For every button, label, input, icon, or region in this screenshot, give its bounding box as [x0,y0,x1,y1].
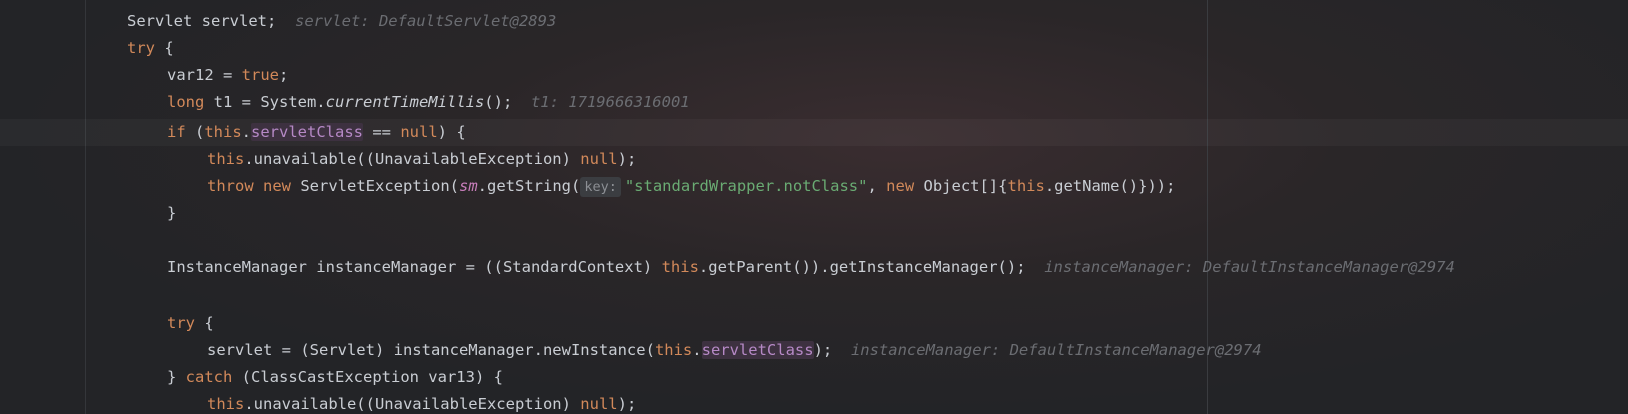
keyword: this [654,341,693,359]
code-line-13[interactable]: this.unavailable((UnavailableException) … [207,391,636,414]
code-text: . [241,123,252,141]
code-text: .getParent()).getInstanceManager(); [698,258,1026,276]
code-text: ) { [437,123,466,141]
code-text: ); [617,150,637,168]
debug-value-hint: instanceManager: DefaultInstanceManager@… [1044,258,1455,276]
field-reference: servletClass [701,341,814,359]
code-text: ); [813,341,833,359]
code-text: var12 = [167,66,242,84]
code-text: servlet = (Servlet) instanceManager.newI… [207,341,655,359]
static-field: sm [459,177,478,195]
keyword: new [886,177,915,195]
indent-guide [85,0,86,414]
keyword: this [207,395,245,413]
keyword: this [1007,177,1045,195]
keyword: this [204,123,242,141]
code-line-3[interactable]: var12 = true; [167,62,288,89]
keyword: long [167,93,205,111]
code-text: } [167,368,186,386]
keyword: new [263,177,292,195]
code-line-9[interactable]: InstanceManager instanceManager = ((Stan… [167,254,1455,281]
code-text: ( [185,123,205,141]
code-text: .getString( [477,177,581,195]
debug-value-hint: t1: 1719666316001 [530,93,690,111]
code-text: (ClassCastException var13) { [232,368,503,386]
code-line-6[interactable]: this.unavailable((UnavailableException) … [207,146,636,173]
keyword: try [127,39,155,57]
keyword: throw [207,177,254,195]
debug-value-hint: instanceManager: DefaultInstanceManager@… [850,341,1262,359]
code-text: } [167,204,177,222]
string-literal: "standardWrapper.notClass" [624,177,868,195]
keyword: try [167,314,195,332]
code-text: ; [278,66,289,84]
code-line-10[interactable]: try { [167,310,214,337]
keyword: catch [185,368,233,386]
static-method: currentTimeMillis [325,93,485,111]
code-line-11[interactable]: servlet = (Servlet) instanceManager.newI… [207,337,1262,364]
keyword: if [167,123,186,141]
code-text: == [363,123,401,141]
keyword: null [580,395,618,413]
keyword: null [400,123,438,141]
code-line-12[interactable]: } catch (ClassCastException var13) { [167,364,503,391]
field-reference: servletClass [251,123,363,141]
code-text: ServletException( [291,177,459,195]
code-line-7[interactable]: throw new ServletException(sm.getString(… [207,173,1175,200]
code-editor[interactable]: Servlet servlet; servlet: DefaultServlet… [0,0,1628,414]
code-text: InstanceManager instanceManager = ((Stan… [167,258,662,276]
code-line-1[interactable]: Servlet servlet; servlet: DefaultServlet… [127,8,556,35]
code-text: { [155,39,174,57]
debug-value-hint: servlet: DefaultServlet@2893 [294,12,557,30]
keyword: true [241,66,279,84]
code-text: Object[]{ [914,177,1008,195]
keyword: this [207,150,245,168]
code-text: , [867,177,887,195]
code-text: { [195,314,214,332]
keyword: this [661,258,699,276]
code-line-4[interactable]: long t1 = System.currentTimeMillis(); t1… [167,89,690,116]
code-line-2[interactable]: try { [127,35,174,62]
code-text: . [692,341,702,359]
code-line-5[interactable]: if (this.servletClass == null) { [167,119,466,146]
code-text: ); [617,395,637,413]
code-line-8[interactable]: } [167,200,176,227]
keyword: null [580,150,618,168]
parameter-hint: key: [580,177,621,197]
code-text: .unavailable((UnavailableException) [244,150,581,168]
code-text: Servlet servlet; [127,12,277,30]
code-text: .getName()})); [1044,177,1176,195]
code-text: .unavailable((UnavailableException) [244,395,581,413]
code-text: (); [484,93,513,111]
code-text: t1 = System. [204,93,326,111]
